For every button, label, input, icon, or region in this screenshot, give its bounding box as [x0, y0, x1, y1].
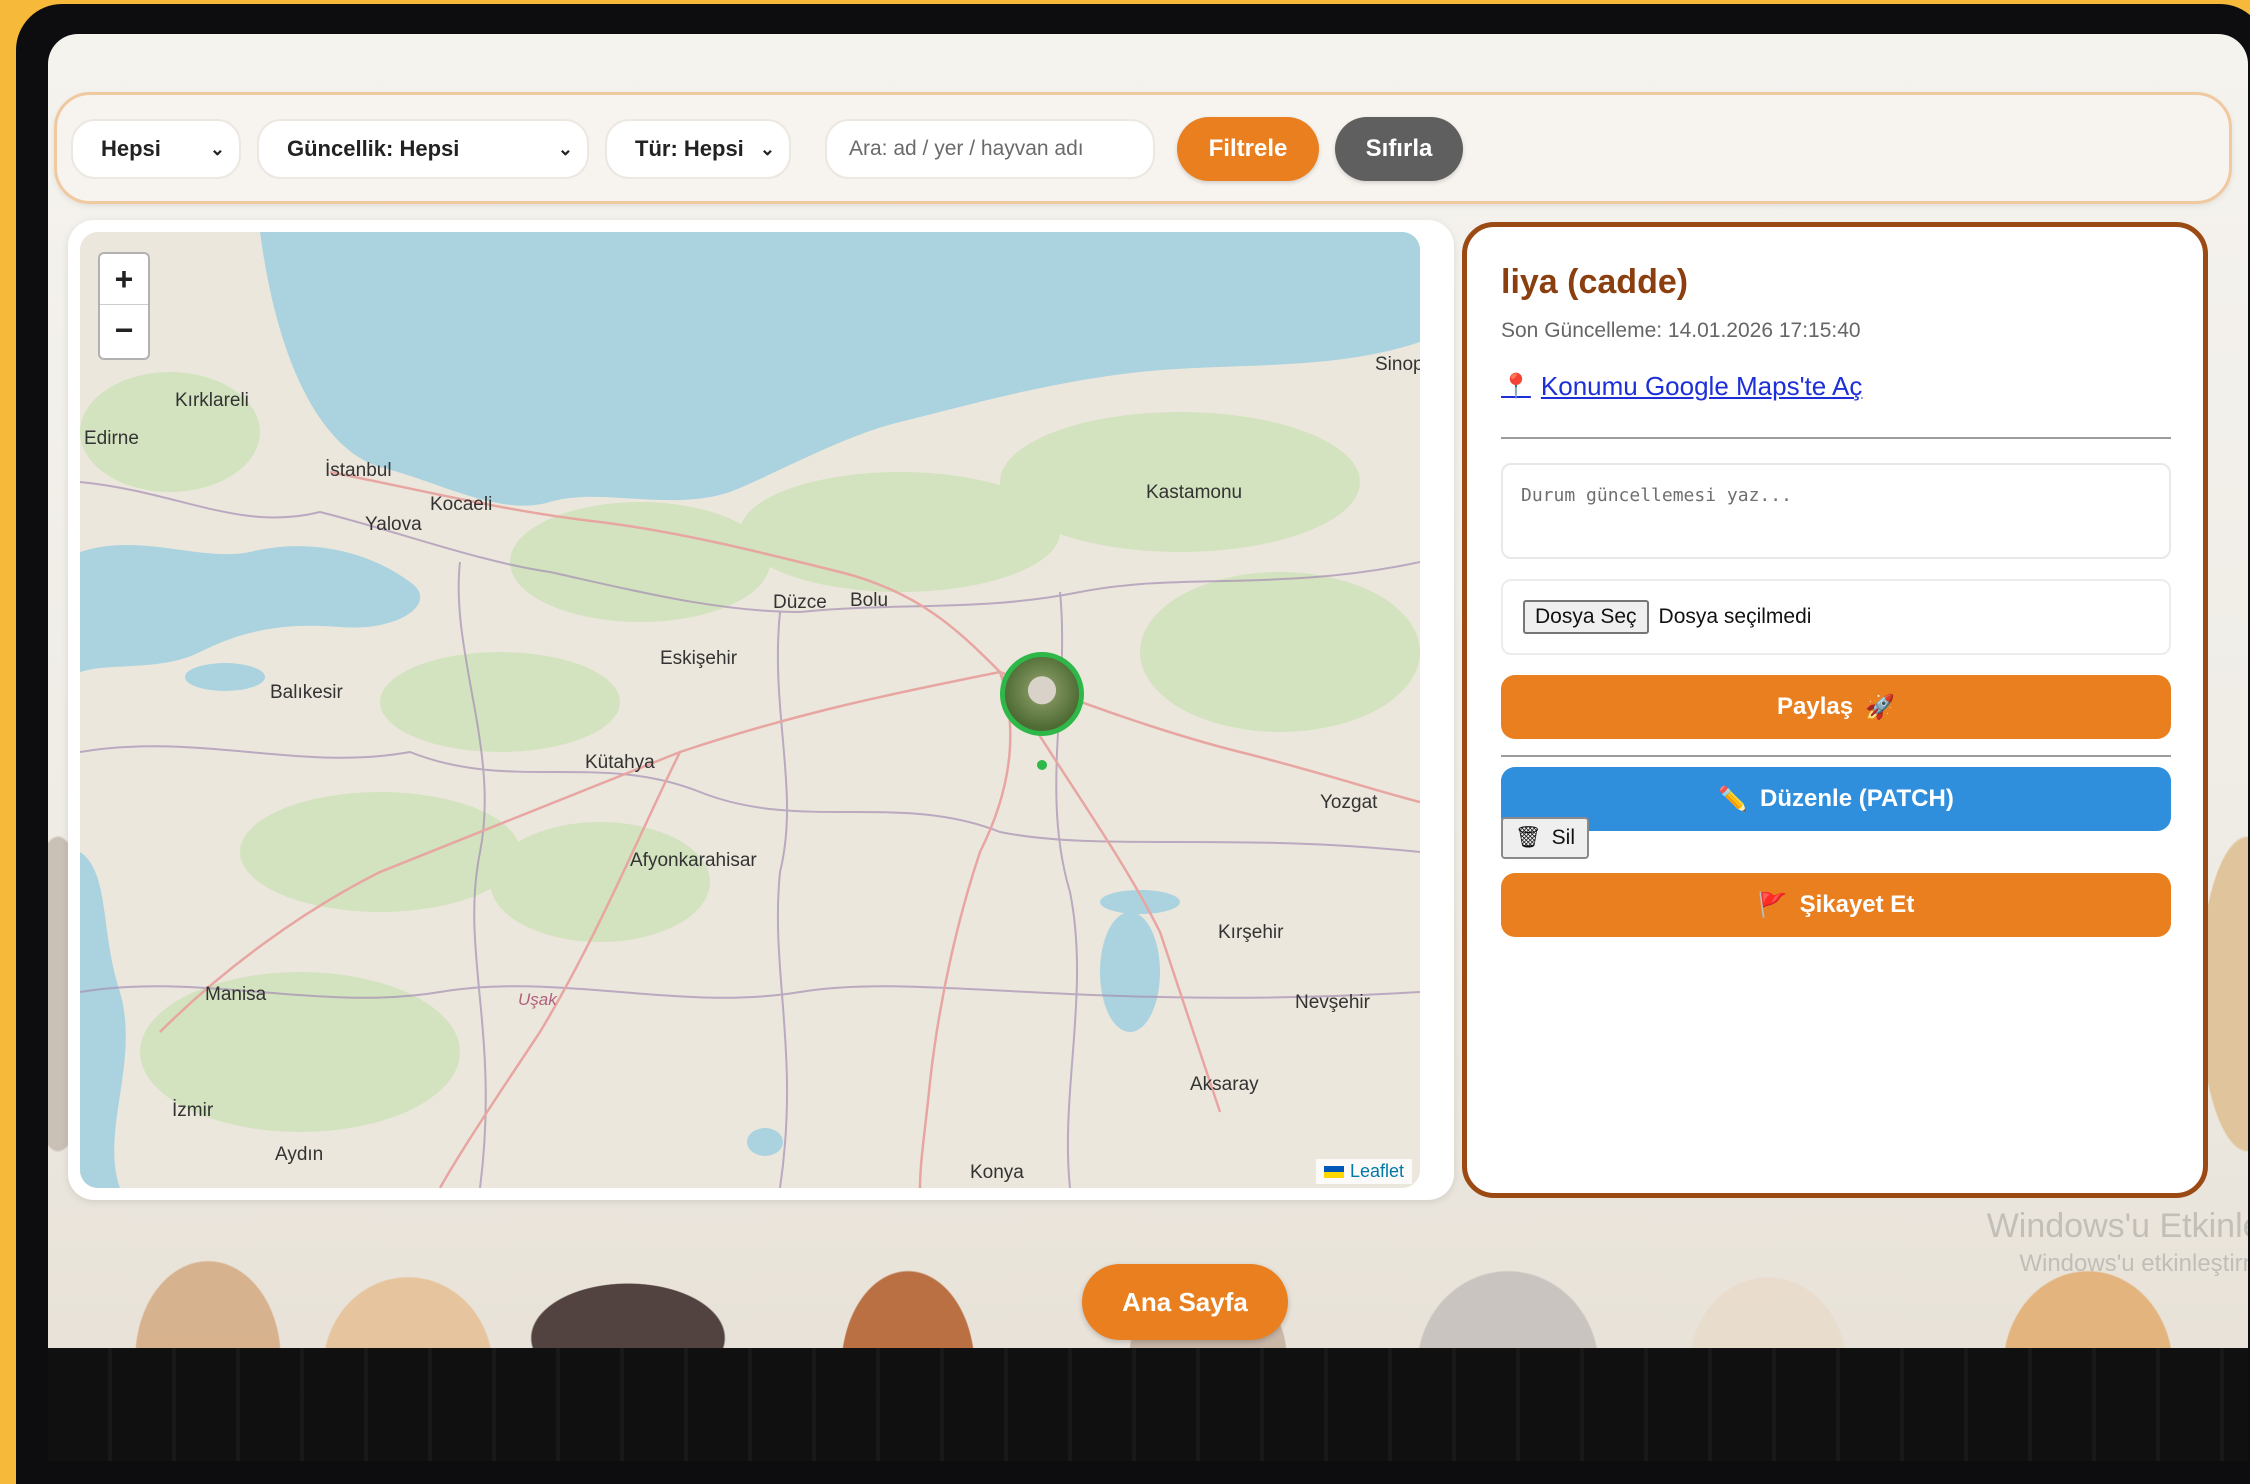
marker-location-dot	[1037, 760, 1047, 770]
app-screen: Hepsi ⌄ Güncellik: Hepsi ⌄ Tür: Hepsi ⌄ …	[48, 34, 2248, 1348]
edit-button-label: Düzenle (PATCH)	[1760, 785, 1954, 812]
city-label: Sinop	[1375, 354, 1420, 375]
city-label: Bolu	[850, 590, 889, 611]
map-card: İstanbul Kocaeli Yalova Eskişehir Balıke…	[68, 220, 1454, 1200]
file-status-text: Dosya seçilmedi	[1658, 605, 1812, 628]
detail-panel: liya (cadde) Son Güncelleme: 14.01.2026 …	[1462, 222, 2208, 1198]
recency-select-value: Güncellik: Hepsi	[287, 136, 460, 161]
city-label: Kırklareli	[175, 390, 249, 411]
city-label: Kocaeli	[430, 494, 493, 515]
map-tiles	[80, 232, 1420, 1188]
city-label: Eskişehir	[660, 648, 738, 669]
flag-icon: 🚩	[1757, 891, 1788, 919]
city-label: Kırşehir	[1218, 922, 1284, 943]
city-label: İzmir	[172, 1100, 214, 1121]
city-label: Kastamonu	[1146, 482, 1243, 503]
divider	[1501, 755, 2171, 757]
city-label: Aksaray	[1190, 1074, 1259, 1095]
share-button[interactable]: Paylaş 🚀	[1501, 675, 2171, 739]
city-label: Yalova	[365, 514, 422, 535]
choose-file-button[interactable]: Dosya Seç	[1523, 600, 1649, 634]
city-label: Konya	[970, 1162, 1024, 1183]
map-attribution[interactable]: Leaflet	[1315, 1159, 1412, 1184]
animal-title: liya (cadde)	[1501, 263, 1689, 301]
city-label: Düzce	[773, 592, 827, 613]
last-updated-text: Son Güncelleme: 14.01.2026 17:15:40	[1501, 319, 1861, 342]
report-button[interactable]: 🚩 Şikayet Et	[1501, 873, 2171, 937]
chevron-down-icon: ⌄	[557, 139, 573, 159]
ukraine-flag-icon	[1323, 1165, 1344, 1178]
pencil-icon: ✏️	[1718, 785, 1749, 813]
share-button-label: Paylaş	[1777, 693, 1854, 720]
map-pin-icon: 📍	[1501, 373, 1531, 400]
chevron-down-icon: ⌄	[209, 139, 225, 159]
zoom-control: + −	[98, 252, 150, 360]
type-select[interactable]: Tür: Hepsi ⌄	[605, 119, 791, 179]
city-label: Yozgat	[1320, 792, 1378, 813]
recency-select[interactable]: Güncellik: Hepsi ⌄	[257, 119, 589, 179]
watermark-line-1: Windows'u Etkinleşt	[1986, 1207, 2248, 1245]
city-label: Nevşehir	[1295, 992, 1370, 1013]
rocket-icon: 🚀	[1865, 693, 1895, 721]
leaflet-link[interactable]: Leaflet	[1350, 1161, 1404, 1182]
report-button-label: Şikayet Et	[1799, 891, 1915, 918]
divider	[1501, 437, 2171, 439]
home-button[interactable]: Ana Sayfa	[1082, 1264, 1288, 1340]
city-label: Afyonkarahisar	[630, 850, 757, 871]
city-label: Kütahya	[585, 752, 655, 773]
city-label: Balıkesir	[270, 682, 343, 703]
zoom-in-button[interactable]: +	[100, 254, 148, 305]
type-select-value: Tür: Hepsi	[635, 136, 744, 161]
city-label: Manisa	[205, 984, 267, 1005]
zoom-out-button[interactable]: −	[100, 305, 148, 355]
delete-button-label: Sil	[1551, 826, 1576, 849]
delete-button[interactable]: 🗑 Sil	[1501, 817, 1590, 859]
search-input[interactable]	[825, 119, 1155, 179]
map-view[interactable]: İstanbul Kocaeli Yalova Eskişehir Balıke…	[80, 232, 1420, 1188]
chevron-down-icon: ⌄	[759, 139, 775, 159]
city-label: İstanbul	[325, 460, 392, 481]
city-label: Aydın	[275, 1144, 324, 1165]
city-label: Uşak	[518, 990, 557, 1009]
laptop-keyboard	[48, 1348, 2248, 1461]
status-update-textarea[interactable]	[1501, 463, 2171, 559]
status-select-value: Hepsi	[101, 136, 161, 161]
animal-photo-marker[interactable]	[1000, 652, 1084, 736]
filter-button[interactable]: Filtrele	[1177, 117, 1319, 181]
edit-button[interactable]: ✏️ Düzenle (PATCH)	[1501, 767, 2171, 831]
reset-button[interactable]: Sıfırla	[1335, 117, 1463, 181]
trash-icon: 🗑	[1515, 826, 1542, 849]
city-label: Edirne	[84, 428, 139, 449]
windows-activation-watermark: Windows'u Etkinleşt Windows'u etkinleşti…	[1987, 1204, 2248, 1279]
filter-bar: Hepsi ⌄ Güncellik: Hepsi ⌄ Tür: Hepsi ⌄ …	[54, 92, 2232, 204]
status-select[interactable]: Hepsi ⌄	[71, 119, 241, 179]
google-maps-link[interactable]: 📍 Konumu Google Maps'te Aç	[1501, 371, 1862, 402]
watermark-line-2: Windows'u etkinleştirmek	[2019, 1250, 2248, 1278]
google-maps-link-label: Konumu Google Maps'te Aç	[1540, 371, 1863, 401]
file-upload-field: Dosya Seç Dosya seçilmedi	[1501, 579, 2171, 655]
